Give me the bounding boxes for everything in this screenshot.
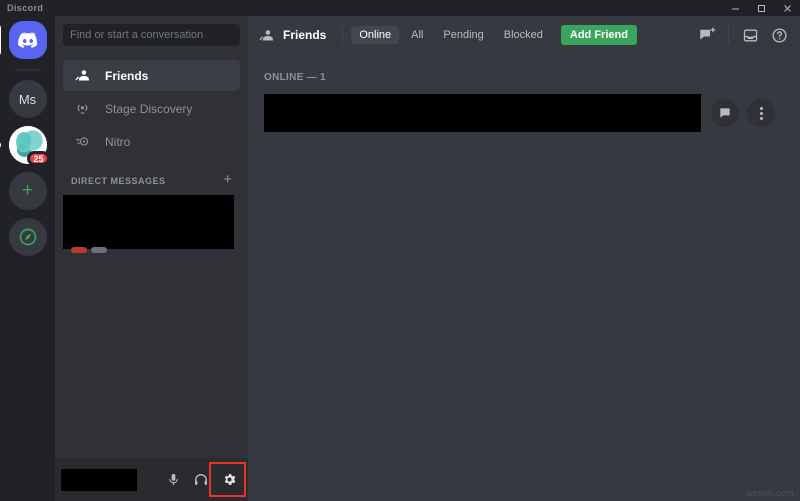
sidebar-item-label: Friends (105, 69, 148, 83)
friends-icon (71, 66, 93, 86)
sidebar-item-friends[interactable]: Friends (63, 60, 240, 91)
friend-more-options-button[interactable] (747, 99, 775, 127)
add-server-button[interactable]: + (9, 172, 47, 210)
server-rail-divider (14, 69, 42, 71)
headphones-icon (193, 472, 209, 488)
inbox-icon (742, 27, 759, 44)
current-user-name-redacted[interactable] (61, 469, 137, 491)
window-controls (722, 0, 800, 16)
header-divider (342, 25, 343, 45)
tab-blocked[interactable]: Blocked (496, 26, 551, 44)
sidebar-item-label: Stage Discovery (105, 102, 192, 116)
main-content: ONLINE — 1 (248, 54, 800, 501)
header-actions-divider (728, 25, 729, 45)
friend-list-row[interactable] (264, 93, 784, 133)
inbox-button[interactable] (737, 22, 763, 48)
watermark: wsxdn.com (746, 488, 794, 498)
sidebar-item-nitro[interactable]: Nitro (63, 126, 240, 157)
server-rail-item-avatar[interactable]: 25 (9, 126, 47, 164)
main-header-actions (694, 22, 792, 48)
server-unread-indicator (0, 141, 1, 149)
new-group-dm-button[interactable] (694, 22, 720, 48)
message-bubble-icon (718, 106, 732, 120)
create-dm-button[interactable]: + (223, 174, 232, 188)
explore-servers-button[interactable] (9, 218, 47, 256)
server-rail-item-home[interactable] (9, 21, 47, 59)
online-section-label: ONLINE — 1 (264, 72, 784, 83)
tab-pending[interactable]: Pending (435, 26, 491, 44)
friends-icon (258, 27, 275, 44)
sidebar-item-stage-discovery[interactable]: Stage Discovery (63, 93, 240, 124)
server-notification-badge: 25 (27, 151, 49, 166)
channel-sidebar: Friends Stage Discovery N (55, 54, 248, 458)
server-rail: Ms 25 + (0, 16, 55, 501)
window-minimize-button[interactable] (722, 0, 748, 16)
tab-all[interactable]: All (403, 26, 431, 44)
plus-icon: + (22, 180, 33, 202)
nitro-icon (71, 132, 93, 152)
friend-name-redacted (264, 94, 701, 132)
discord-window: Discord Ms 25 (0, 0, 800, 501)
main-header: Friends Online All Pending Blocked Add F… (248, 16, 800, 54)
mute-microphone-button[interactable] (160, 467, 186, 493)
friend-row-actions (711, 99, 775, 127)
window-close-button[interactable] (774, 0, 800, 16)
tab-online[interactable]: Online (351, 26, 399, 44)
message-friend-button[interactable] (711, 99, 739, 127)
dm-chip-grey (91, 247, 107, 253)
direct-messages-label: DIRECT MESSAGES (71, 176, 166, 186)
settings-highlight-annotation (209, 462, 246, 497)
dm-chip-red (71, 247, 87, 253)
dm-status-chips (71, 247, 107, 253)
sidebar-item-label: Nitro (105, 135, 130, 149)
microphone-icon (166, 472, 181, 487)
search-input[interactable]: Find or start a conversation (63, 24, 240, 46)
active-server-indicator (0, 24, 1, 56)
compass-icon (18, 227, 38, 247)
add-friend-button[interactable]: Add Friend (561, 25, 637, 45)
dm-list-item-redacted[interactable] (63, 195, 234, 249)
search-placeholder: Find or start a conversation (70, 29, 203, 41)
page-title: Friends (258, 27, 326, 44)
search-bar-container: Find or start a conversation (55, 16, 248, 54)
window-maximize-button[interactable] (748, 0, 774, 16)
help-icon (771, 27, 788, 44)
new-group-dm-icon (698, 26, 716, 44)
window-title-bar: Discord (0, 0, 800, 16)
window-title: Discord (0, 3, 43, 13)
server-initials-label: Ms (19, 92, 36, 107)
stage-discovery-icon (71, 99, 93, 119)
server-rail-item-ms[interactable]: Ms (9, 80, 47, 118)
help-button[interactable] (766, 22, 792, 48)
more-vertical-icon (760, 107, 763, 120)
page-title-label: Friends (283, 28, 326, 42)
discord-home-icon (17, 32, 39, 49)
direct-messages-header: DIRECT MESSAGES + (63, 171, 240, 191)
